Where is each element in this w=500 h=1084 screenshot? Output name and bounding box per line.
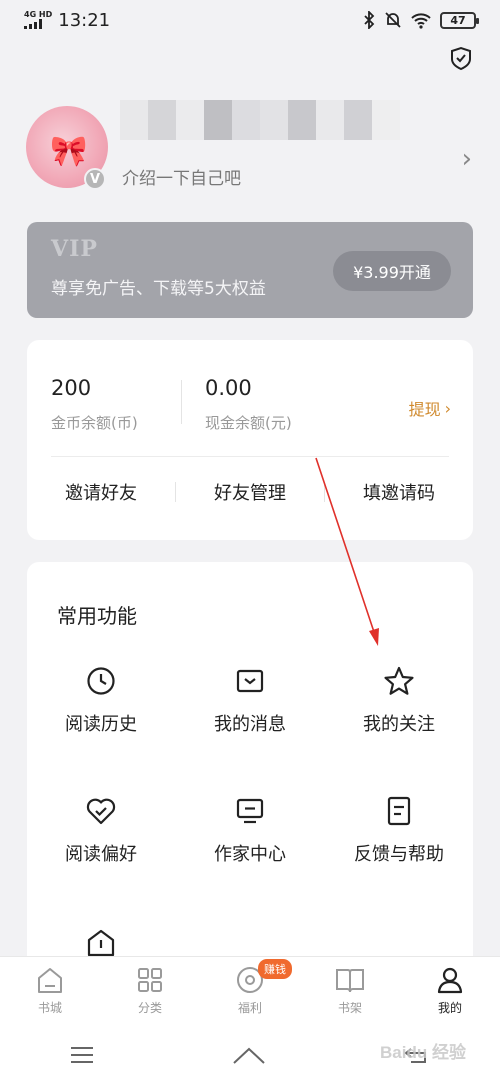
tab-label: 书城 xyxy=(37,1001,62,1015)
func-my-follows[interactable]: 我的关注 xyxy=(325,666,473,736)
tab-label: 我的 xyxy=(437,1001,462,1015)
vip-open-button[interactable]: ¥3.99开通 xyxy=(333,251,451,291)
heart-check-icon xyxy=(86,798,116,825)
vip-banner[interactable]: VIP 尊享免广告、下载等5大权益 ¥3.99开通 xyxy=(27,222,473,318)
section-title: 常用功能 xyxy=(57,604,137,628)
monitor-icon xyxy=(236,798,264,824)
enter-invite-code-link[interactable]: 填邀请码 xyxy=(325,479,473,505)
bow-graphic: 🎀 xyxy=(50,134,88,169)
earn-money-badge: 赚钱 xyxy=(258,959,292,979)
func-author-center[interactable]: 作家中心 xyxy=(176,796,324,866)
cash-balance[interactable]: 0.00 现金余额(元) xyxy=(205,376,292,433)
func-item-partial[interactable] xyxy=(27,928,175,958)
tab-welfare[interactable]: 赚钱 福利 xyxy=(200,957,300,1026)
func-label: 阅读偏好 xyxy=(65,844,137,865)
withdraw-label: 提现 xyxy=(408,400,441,419)
chevron-right-icon: › xyxy=(444,398,451,418)
vip-title: VIP xyxy=(51,236,98,262)
func-reading-history[interactable]: 阅读历史 xyxy=(27,666,175,736)
coin-balance[interactable]: 200 金币余额(币) xyxy=(51,376,138,433)
tab-bookstore[interactable]: 书城 xyxy=(0,957,100,1026)
watermark: Baidu 经验 xyxy=(380,1043,466,1062)
wallet-card: 200 金币余额(币) 0.00 现金余额(元) 提现 › 邀请好友 好友管理 … xyxy=(27,340,473,540)
divider xyxy=(51,456,449,457)
func-label: 反馈与帮助 xyxy=(354,844,444,865)
func-reading-preference[interactable]: 阅读偏好 xyxy=(27,796,175,866)
pentagon-icon xyxy=(87,929,115,957)
clock: 13:21 xyxy=(58,9,111,31)
inbox-icon xyxy=(236,669,264,693)
chevron-right-icon[interactable]: › xyxy=(462,144,472,174)
tab-bookshelf[interactable]: 书架 xyxy=(300,957,400,1026)
friend-links: 邀请好友 好友管理 填邀请码 xyxy=(27,472,473,512)
bluetooth-icon xyxy=(364,11,375,29)
bottom-tab-bar: 书城 分类 赚钱 福利 书架 我的 xyxy=(0,956,500,1026)
cash-balance-value: 0.00 xyxy=(205,376,252,400)
mute-bell-icon xyxy=(385,12,401,28)
tab-label: 书架 xyxy=(337,1001,362,1015)
document-icon xyxy=(387,796,411,826)
tab-mine[interactable]: 我的 xyxy=(400,957,500,1026)
cash-balance-label: 现金余额(元) xyxy=(205,414,292,432)
profile-header[interactable]: 🎀 V 介绍一下自己吧 › xyxy=(26,96,474,206)
grid-icon xyxy=(138,968,162,992)
star-icon xyxy=(384,666,414,695)
func-my-messages[interactable]: 我的消息 xyxy=(176,666,324,736)
func-label: 阅读历史 xyxy=(65,714,137,735)
signal-icon: 4G HD xyxy=(24,11,52,29)
username-blurred xyxy=(120,100,400,140)
user-icon xyxy=(437,967,463,994)
network-type: 4G HD xyxy=(24,10,53,19)
profile-bio: 介绍一下自己吧 xyxy=(122,169,241,189)
settings-shield-icon[interactable] xyxy=(448,45,474,71)
tab-label: 福利 xyxy=(237,1001,262,1015)
tab-category[interactable]: 分类 xyxy=(100,957,200,1026)
manage-friends-link[interactable]: 好友管理 xyxy=(176,479,324,505)
home-nav-icon[interactable] xyxy=(232,1045,266,1065)
status-bar: 4G HD 13:21 47 xyxy=(0,0,500,40)
vip-description: 尊享免广告、下载等5大权益 xyxy=(51,279,266,299)
battery-icon: 47 xyxy=(440,11,479,29)
func-label: 作家中心 xyxy=(214,844,286,865)
withdraw-link[interactable]: 提现 › xyxy=(409,396,451,420)
divider xyxy=(181,380,182,424)
home-icon xyxy=(38,968,62,993)
menu-icon[interactable] xyxy=(69,1045,95,1065)
wifi-icon xyxy=(411,13,431,29)
func-label: 我的关注 xyxy=(363,714,435,735)
func-feedback-help[interactable]: 反馈与帮助 xyxy=(325,796,473,866)
tab-label: 分类 xyxy=(137,1001,162,1015)
clock-icon xyxy=(87,667,115,695)
coin-balance-label: 金币余额(币) xyxy=(51,414,138,432)
invite-friends-link[interactable]: 邀请好友 xyxy=(27,479,175,505)
verified-badge: V xyxy=(84,168,106,190)
book-icon xyxy=(336,969,364,993)
func-label: 我的消息 xyxy=(214,714,286,735)
coin-balance-value: 200 xyxy=(51,376,92,400)
common-functions-card: 常用功能 阅读历史 我的消息 我的关注 阅读偏好 作家中心 反馈与帮助 xyxy=(27,562,473,1002)
